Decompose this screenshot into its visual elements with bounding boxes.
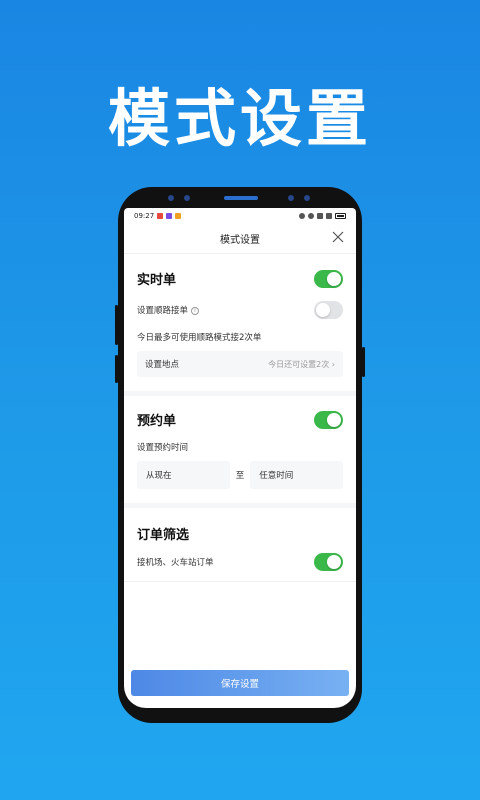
phone-power-button [362, 347, 365, 377]
notification-icon [175, 213, 182, 219]
toggle-knob [327, 555, 341, 569]
toggle-knob [327, 271, 341, 286]
airport-order-toggle[interactable] [314, 553, 343, 571]
location-label: 设置地点 [145, 360, 180, 370]
promo-title: 模式设置 [107, 82, 372, 155]
reserve-time-label: 设置预约时间 [137, 443, 189, 453]
reserve-from-field[interactable]: 从现在 [137, 461, 230, 489]
reserve-toggle[interactable] [314, 410, 343, 429]
reserve-to-word: 至 [235, 471, 245, 481]
realtime-section: 实时单 设置顺路接单 i 今日最多可使用顺路模式接2次单 设置地点 今日还可设置2… [124, 254, 356, 396]
notification-icon [166, 213, 173, 219]
chevron-right-icon: › [331, 359, 335, 369]
phone-camera [288, 195, 294, 201]
save-button[interactable]: 保存设置 [131, 670, 349, 696]
status-bar: 09:27 [124, 208, 356, 224]
phone-sensor [168, 195, 174, 201]
reserve-to-field[interactable]: 任意时间 [250, 461, 344, 489]
phone-side-button [115, 305, 118, 345]
dialog-title: 模式设置 [220, 235, 260, 246]
toggle-knob [327, 412, 341, 427]
filter-title: 订单筛选 [137, 528, 190, 543]
signal-icon [326, 213, 332, 219]
close-icon[interactable] [332, 231, 344, 243]
realtime-toggle[interactable] [314, 269, 343, 288]
phone-speaker [224, 196, 258, 200]
location-icon [308, 213, 314, 219]
phone-camera [304, 195, 310, 201]
phone-sensor [184, 195, 190, 201]
phone-side-button [115, 355, 118, 383]
alarm-icon [299, 213, 305, 219]
info-icon[interactable]: i [191, 306, 200, 315]
notification-icon [157, 213, 164, 219]
location-field[interactable]: 设置地点 今日还可设置2次 › [137, 351, 343, 377]
reserve-section: 预约单 设置预约时间 从现在 至 任意时间 [124, 396, 356, 508]
airport-order-label: 接机场、火车站订单 [137, 558, 214, 568]
app-screen: 09:27 模式设置 实时单 设置顺路接单 i 今日最多可使用顺路模式接2次单 … [124, 208, 356, 708]
route-order-text: 设置顺路接单 [137, 306, 189, 316]
reserve-title: 预约单 [137, 414, 177, 429]
route-order-label: 设置顺路接单 i [137, 304, 200, 316]
dialog-header: 模式设置 [124, 224, 356, 254]
toggle-knob [316, 303, 330, 317]
realtime-title: 实时单 [137, 273, 177, 288]
wifi-icon [317, 213, 323, 219]
battery-icon [335, 213, 346, 219]
route-order-toggle[interactable] [314, 301, 343, 319]
status-time: 09:27 [134, 212, 155, 220]
phone-frame: 09:27 模式设置 实时单 设置顺路接单 i 今日最多可使用顺路模式接2次单 … [115, 187, 365, 723]
filter-section: 订单筛选 接机场、火车站订单 [124, 508, 356, 582]
location-hint: 今日还可设置2次 › [268, 359, 335, 370]
location-hint-text: 今日还可设置2次 [268, 359, 330, 369]
route-limit-text: 今日最多可使用顺路模式接2次单 [137, 333, 262, 343]
